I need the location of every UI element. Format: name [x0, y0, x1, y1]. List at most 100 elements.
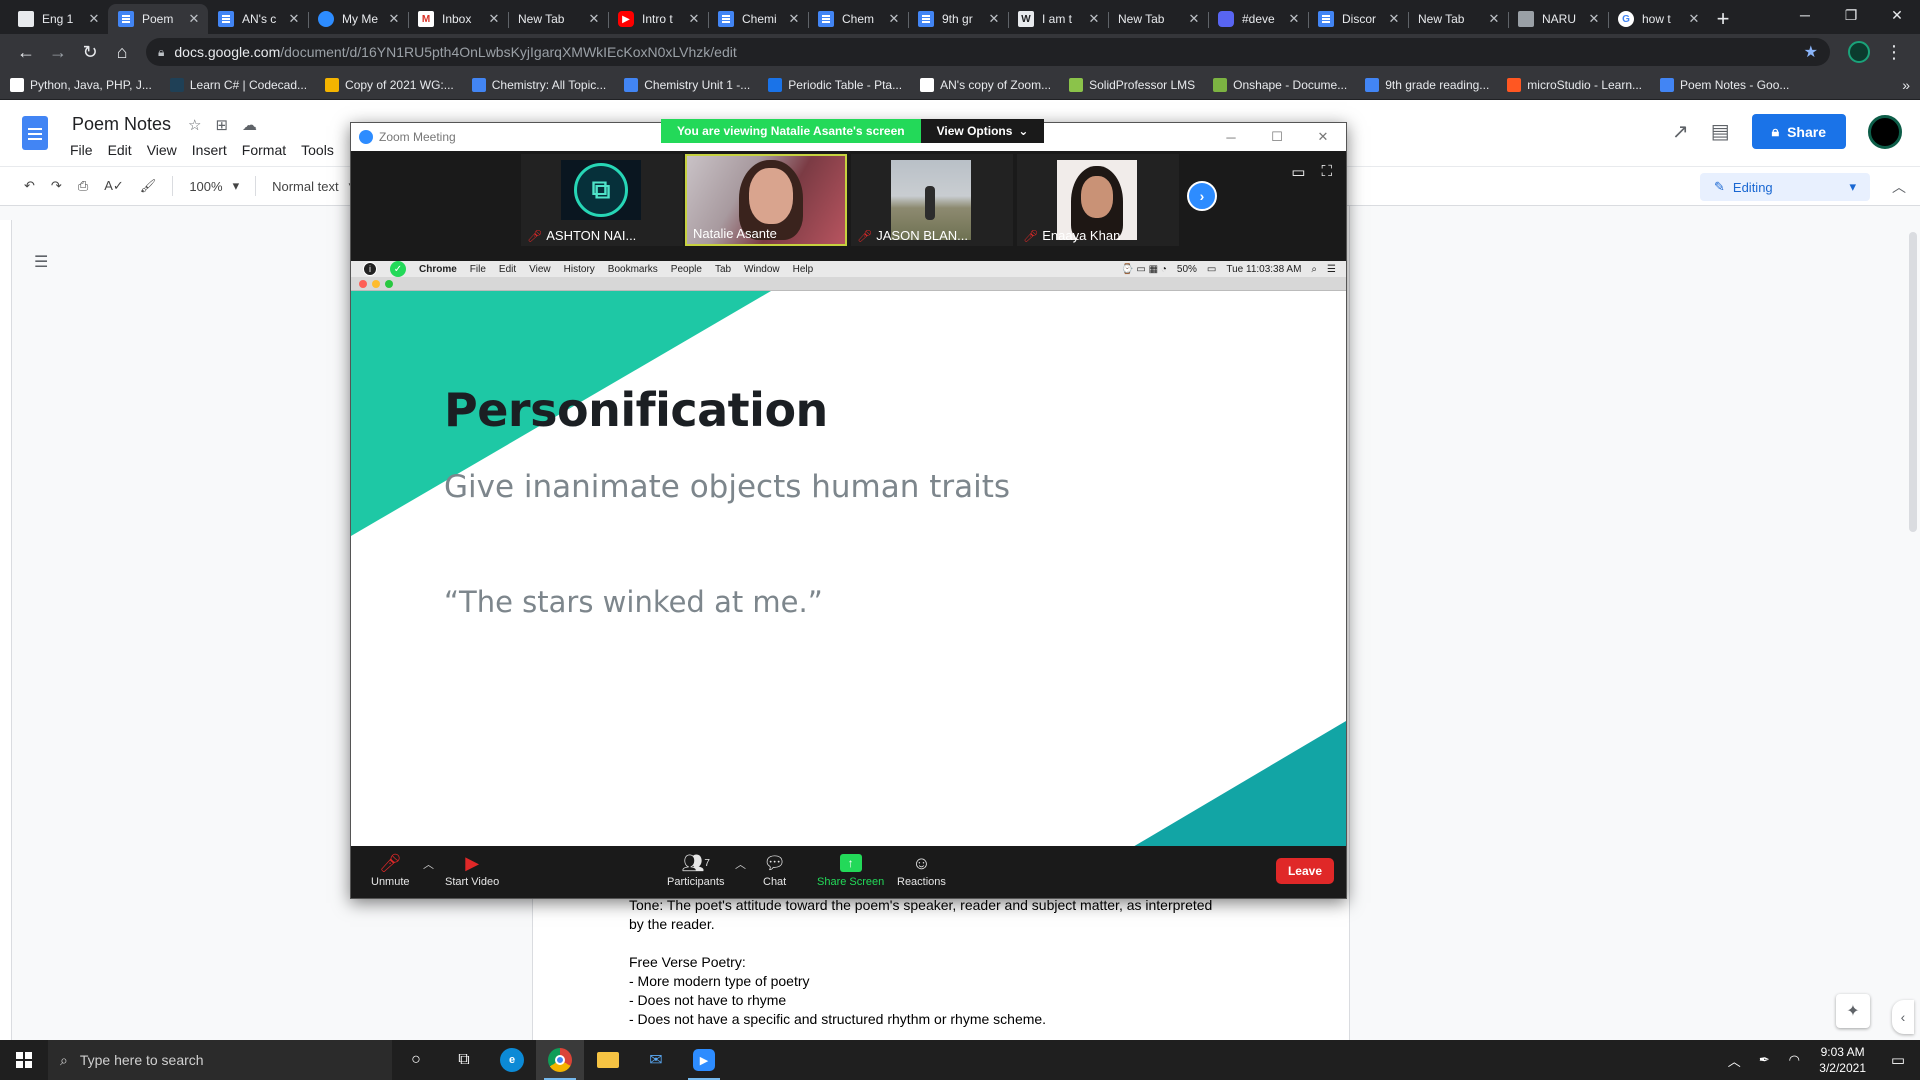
explore-icon[interactable]: ✦ — [1836, 994, 1870, 1028]
close-window-icon[interactable]: ✕ — [1874, 0, 1920, 30]
tab-close-icon[interactable]: ✕ — [1186, 11, 1202, 27]
bookmark-item[interactable]: Chemistry Unit 1 -... — [624, 77, 750, 92]
wifi-icon[interactable]: ◠ — [1779, 1052, 1809, 1068]
browser-tab[interactable]: NARU ✕ — [1508, 4, 1608, 34]
more-bookmarks-icon[interactable]: » — [1902, 77, 1910, 93]
browser-tab[interactable]: 9th gr ✕ — [908, 4, 1008, 34]
address-bar[interactable]: 🔒︎ docs.google.com/document/d/16YN1RU5pt… — [146, 38, 1830, 66]
browser-tab[interactable]: AN's c ✕ — [208, 4, 308, 34]
tab-close-icon[interactable]: ✕ — [786, 11, 802, 27]
profile-avatar[interactable] — [1848, 41, 1870, 63]
tab-close-icon[interactable]: ✕ — [1086, 11, 1102, 27]
scrollbar[interactable] — [1906, 222, 1920, 1052]
share-screen-button[interactable]: ↑ Share Screen — [817, 852, 884, 888]
edge-icon[interactable]: e — [488, 1040, 536, 1080]
browser-tab[interactable]: M Inbox ✕ — [408, 4, 508, 34]
collapse-menu-icon[interactable]: ︿ — [1892, 177, 1906, 197]
scrollbar-thumb[interactable] — [1909, 232, 1917, 532]
taskbar-clock[interactable]: 9:03 AM 3/2/2021 — [1809, 1044, 1876, 1076]
new-tab-button[interactable]: + — [1708, 4, 1738, 34]
bookmark-item[interactable]: Onshape - Docume... — [1213, 77, 1347, 92]
menu-insert[interactable]: Insert — [192, 142, 227, 158]
redo-icon[interactable]: ↷ — [51, 178, 62, 194]
browser-tab[interactable]: Discor ✕ — [1308, 4, 1408, 34]
reload-icon[interactable]: ↻ — [74, 38, 106, 66]
lock-icon[interactable]: 🔒︎ — [158, 45, 164, 60]
print-icon[interactable]: ⎙ — [78, 178, 88, 194]
file-explorer-icon[interactable] — [584, 1040, 632, 1080]
menu-tools[interactable]: Tools — [301, 142, 334, 158]
minimize-icon[interactable]: ─ — [1782, 0, 1828, 30]
comments-icon[interactable]: ▤ — [1711, 119, 1730, 144]
zoom-taskbar-icon[interactable]: ▶︎ — [680, 1040, 728, 1080]
activity-trend-icon[interactable]: ↗ — [1672, 119, 1689, 144]
home-icon[interactable]: ⌂ — [106, 38, 138, 66]
restore-icon[interactable]: ❐ — [1828, 0, 1874, 30]
browser-tab[interactable]: Chem ✕ — [808, 4, 908, 34]
bookmark-item[interactable]: SolidProfessor LMS — [1069, 77, 1195, 92]
bookmark-item[interactable]: Periodic Table - Pta... — [768, 77, 902, 92]
side-panel-toggle-icon[interactable]: ‹ — [1892, 1000, 1914, 1034]
tab-close-icon[interactable]: ✕ — [986, 11, 1002, 27]
tab-close-icon[interactable]: ✕ — [886, 11, 902, 27]
forward-icon[interactable]: → — [42, 38, 74, 66]
bookmark-star-icon[interactable]: ★ — [1804, 42, 1818, 62]
spellcheck-icon[interactable]: A✓ — [104, 178, 124, 194]
tab-close-icon[interactable]: ✕ — [1586, 11, 1602, 27]
reactions-button[interactable]: ☺︎ Reactions — [897, 852, 946, 889]
start-video-button[interactable]: ▶︎ Start Video — [445, 852, 499, 889]
start-button[interactable] — [0, 1040, 48, 1080]
document-body[interactable]: Tone: The poet's attitude toward the poe… — [629, 896, 1249, 1029]
chrome-icon[interactable] — [536, 1040, 584, 1080]
bookmark-item[interactable]: Poem Notes - Goo... — [1660, 77, 1789, 92]
share-button[interactable]: 🔒︎ Share — [1751, 114, 1846, 149]
audio-options-caret-icon[interactable]: ︿ — [423, 856, 434, 872]
move-folder-icon[interactable]: ⊞ — [215, 116, 228, 134]
participants-caret-icon[interactable]: ︿ — [735, 856, 746, 872]
tab-close-icon[interactable]: ✕ — [486, 11, 502, 27]
tab-close-icon[interactable]: ✕ — [586, 11, 602, 27]
tab-close-icon[interactable]: ✕ — [186, 11, 202, 27]
speaker-view-icon[interactable]: ▭ — [1291, 163, 1305, 181]
tab-close-icon[interactable]: ✕ — [286, 11, 302, 27]
participant-tile[interactable]: ⧉ 🎤︎ ASHTON NAI... — [521, 154, 683, 246]
bookmark-item[interactable]: Chemistry: All Topic... — [471, 77, 606, 92]
document-title[interactable]: Poem Notes — [72, 114, 171, 135]
bookmark-item[interactable]: Learn C# | Codecad... — [169, 77, 307, 92]
fullscreen-icon[interactable]: ⛶ — [1321, 163, 1332, 181]
tab-close-icon[interactable]: ✕ — [386, 11, 402, 27]
tab-close-icon[interactable]: ✕ — [1486, 11, 1502, 27]
bookmark-item[interactable]: AN's copy of Zoom... — [920, 77, 1051, 92]
tab-close-icon[interactable]: ✕ — [1286, 11, 1302, 27]
maximize-icon[interactable]: ☐ — [1254, 123, 1300, 151]
browser-tab[interactable]: Eng 1 ✕ — [8, 4, 108, 34]
browser-tab[interactable]: ▶ Intro t ✕ — [608, 4, 708, 34]
menu-edit[interactable]: Edit — [108, 142, 132, 158]
paint-format-icon[interactable]: 🖌︎ — [140, 178, 157, 194]
bookmark-item[interactable]: 9th grade reading... — [1365, 77, 1489, 92]
browser-tab[interactable]: New Tab ✕ — [508, 4, 608, 34]
menu-format[interactable]: Format — [242, 142, 286, 158]
encryption-shield-icon[interactable]: ✓ — [390, 261, 406, 277]
participant-tile[interactable]: 🎤︎ Enaaya Khan — [1017, 154, 1179, 246]
star-icon[interactable]: ☆ — [188, 116, 201, 134]
browser-tab[interactable]: #deve ✕ — [1208, 4, 1308, 34]
browser-tab[interactable]: New Tab ✕ — [1108, 4, 1208, 34]
browser-menu-icon[interactable]: ⋮ — [1878, 38, 1910, 66]
style-select[interactable]: Normal text▾ — [272, 178, 355, 194]
view-options-button[interactable]: View Options ⌄ — [920, 119, 1045, 143]
unmute-button[interactable]: 🎤︎ Unmute — [371, 852, 410, 889]
tab-close-icon[interactable]: ✕ — [86, 11, 102, 27]
browser-tab[interactable]: Chemi ✕ — [708, 4, 808, 34]
participants-button[interactable]: 👥︎ 7 Participants — [667, 852, 724, 889]
task-view-icon[interactable]: ⧉ — [440, 1040, 488, 1080]
notifications-icon[interactable]: ▭ — [1876, 1051, 1920, 1069]
pen-workspace-icon[interactable]: ✒ — [1749, 1052, 1779, 1068]
back-icon[interactable]: ← — [10, 38, 42, 66]
editing-mode-select[interactable]: ✎ Editing ▾ — [1700, 173, 1870, 201]
next-page-chevron-icon[interactable]: › — [1187, 181, 1217, 211]
tab-close-icon[interactable]: ✕ — [686, 11, 702, 27]
browser-tab[interactable]: Ghow t ✕ — [1608, 4, 1708, 34]
bookmark-item[interactable]: microStudio - Learn... — [1507, 77, 1642, 92]
browser-tab[interactable]: My Me ✕ — [308, 4, 408, 34]
